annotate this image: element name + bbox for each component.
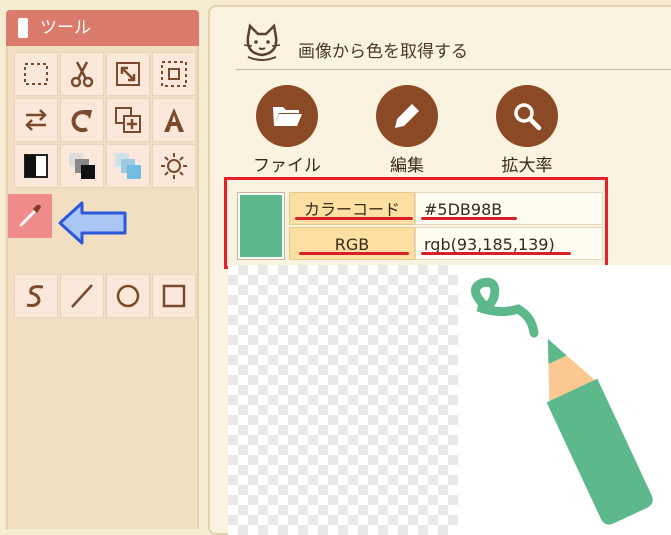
- rgb-label: RGB: [289, 227, 415, 260]
- color-code-value-underline: [421, 217, 517, 220]
- color-filter-tool[interactable]: [106, 144, 150, 188]
- line-tool[interactable]: [60, 274, 104, 318]
- cut-tool[interactable]: [60, 52, 104, 96]
- color-swatch-cell: [237, 192, 285, 260]
- rotate-tool[interactable]: [60, 98, 104, 142]
- tool-panel-title: ツール: [40, 18, 91, 38]
- invert-tool[interactable]: [14, 144, 58, 188]
- resize-icon: [116, 62, 140, 86]
- rgb-value[interactable]: rgb(93,185,139): [415, 227, 603, 260]
- color-swatch: [240, 195, 282, 257]
- drag-handle-icon[interactable]: [18, 18, 28, 38]
- rotate-icon: [71, 110, 92, 133]
- swap-arrows-icon: [25, 109, 47, 131]
- rgb-value-underline: [421, 252, 571, 255]
- pencil-image: [471, 277, 653, 525]
- color-code-value[interactable]: #5DB98B: [415, 192, 603, 225]
- duplicate-tool[interactable]: [106, 98, 150, 142]
- rgb-label-underline: [299, 252, 409, 255]
- file-button-circle[interactable]: [256, 85, 318, 147]
- resize-tool[interactable]: [106, 52, 150, 96]
- rect-select-tool[interactable]: [14, 52, 58, 96]
- ellipse-tool[interactable]: [106, 274, 150, 318]
- color-layers-icon: [115, 153, 141, 179]
- flip-tool[interactable]: [14, 98, 58, 142]
- eyedropper-icon: [19, 204, 41, 227]
- page-title: 画像から色を取得する: [298, 42, 468, 62]
- text-a-icon: [164, 108, 184, 132]
- text-tool[interactable]: [152, 98, 196, 142]
- file-button-label: ファイル: [253, 156, 321, 176]
- contrast-icon: [24, 154, 48, 178]
- rect-select-icon: [24, 63, 48, 85]
- file-button[interactable]: ファイル: [242, 85, 332, 176]
- zoom-button[interactable]: 拡大率: [482, 85, 572, 176]
- zoom-button-label: 拡大率: [501, 156, 553, 176]
- line-icon: [71, 284, 93, 308]
- zoom-button-circle[interactable]: [496, 85, 558, 147]
- left-arrow-icon: [58, 201, 127, 245]
- color-code-label: カラーコード: [289, 192, 415, 225]
- grayscale-icon: [69, 153, 95, 179]
- color-picker-tool[interactable]: [8, 194, 52, 238]
- edit-button[interactable]: 編集: [362, 85, 452, 176]
- magnifier-icon: [514, 103, 542, 131]
- pencil-icon: [395, 104, 419, 128]
- crop-tool[interactable]: [152, 52, 196, 96]
- crop-select-icon: [161, 61, 187, 87]
- image-canvas[interactable]: [228, 265, 671, 535]
- edit-button-circle[interactable]: [376, 85, 438, 147]
- rectangle-tool[interactable]: [152, 274, 196, 318]
- add-copy-icon: [115, 107, 141, 133]
- grayscale-tool[interactable]: [60, 144, 104, 188]
- tool-panel: ツール: [0, 0, 205, 529]
- edit-button-label: 編集: [390, 156, 424, 176]
- tool-panel-header[interactable]: ツール: [6, 10, 199, 46]
- folder-icon: [273, 107, 302, 126]
- cat-icon: [243, 23, 281, 61]
- scissors-icon: [70, 61, 94, 88]
- color-info-highlight: カラーコード #5DB98B RGB rgb(93,185,139): [224, 177, 608, 269]
- curve-s-icon: [26, 285, 44, 307]
- curve-tool[interactable]: [14, 274, 58, 318]
- color-code-label-underline: [295, 217, 413, 220]
- panel-header: 画像から色を取得する: [236, 15, 671, 70]
- sun-icon: [161, 153, 187, 179]
- main-panel: 画像から色を取得する ファイル 編集 拡大率 カラーコード #5DB98B RG…: [208, 5, 671, 535]
- square-icon: [162, 284, 186, 308]
- circle-icon: [116, 284, 140, 308]
- tool-grid: [6, 46, 199, 529]
- brightness-tool[interactable]: [152, 144, 196, 188]
